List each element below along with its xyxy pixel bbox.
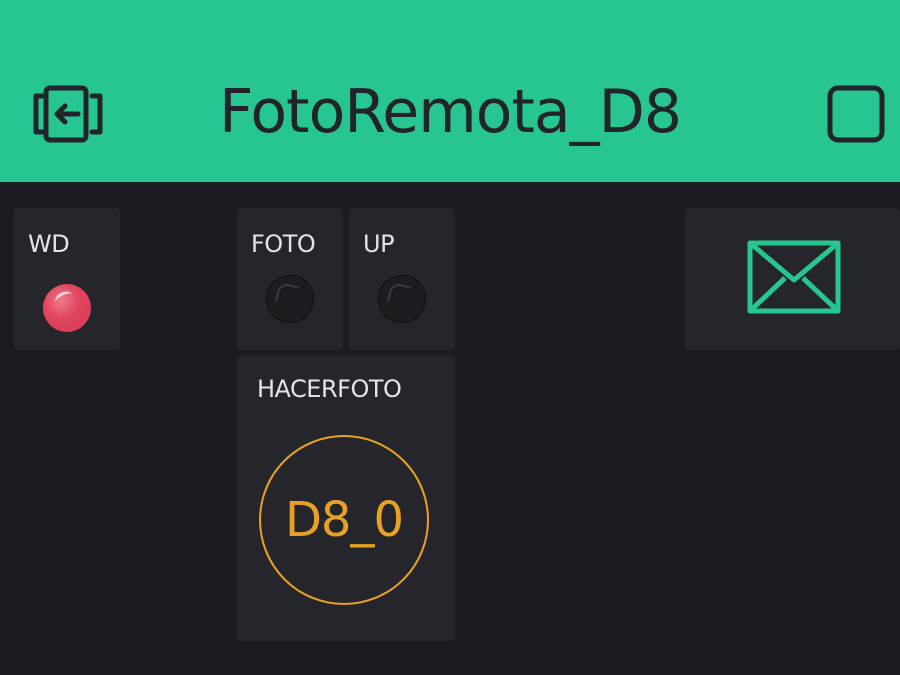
- stop-project-button[interactable]: [826, 84, 886, 144]
- envelope-icon: [747, 240, 841, 314]
- hacerfoto-button-label: D8_0: [284, 492, 404, 548]
- stop-icon: [827, 85, 885, 143]
- project-title: FotoRemota_D8: [218, 77, 682, 147]
- foto-label: FOTO: [251, 230, 316, 258]
- hacerfoto-label: HACERFOTO: [257, 375, 402, 403]
- foto-led-indicator: [266, 275, 314, 323]
- wd-led-widget[interactable]: WD: [14, 208, 120, 350]
- up-led-widget[interactable]: UP: [349, 208, 455, 350]
- wd-label: WD: [28, 230, 70, 258]
- email-widget[interactable]: [685, 208, 900, 350]
- hacerfoto-button-widget: HACERFOTO D8_0: [237, 355, 455, 641]
- app-canvas: FotoRemota_D8 WD FOTO UP HACERFOTO D8_0: [0, 0, 900, 675]
- wd-led-indicator: [43, 284, 91, 332]
- up-label: UP: [363, 230, 395, 258]
- hacerfoto-button[interactable]: D8_0: [259, 435, 429, 605]
- project-header: FotoRemota_D8: [0, 0, 900, 182]
- up-led-indicator: [378, 275, 426, 323]
- foto-led-widget[interactable]: FOTO: [237, 208, 343, 350]
